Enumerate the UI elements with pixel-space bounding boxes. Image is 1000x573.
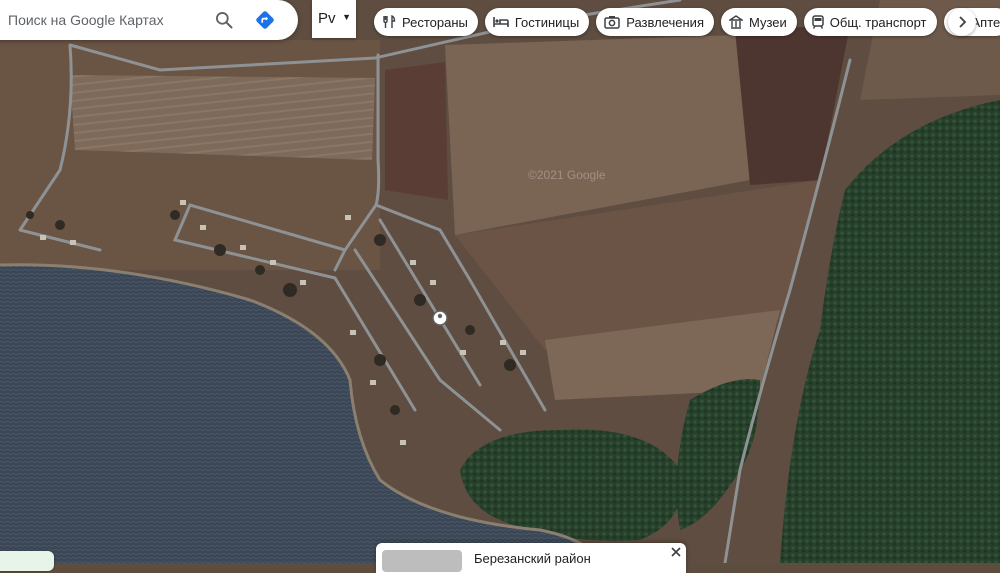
search-icon[interactable] [214,10,234,30]
category-chips: Рестораны Гостиницы Развлечения Музеи Об… [374,8,1000,36]
map-watermark: ©2021 Google [528,168,606,182]
train-icon [812,15,824,29]
bed-icon [493,17,509,27]
chip-museums[interactable]: Музеи [720,8,797,36]
place-card[interactable]: Березанский район [376,543,686,573]
chip-restaurants[interactable]: Рестораны [374,8,478,36]
camera-icon [604,16,620,29]
place-thumbnail[interactable] [382,550,462,572]
location-pin-icon [432,310,448,326]
chip-label: Музеи [748,14,787,30]
chevron-right-icon [959,16,967,28]
fork-knife-icon [383,15,396,28]
chip-hotels[interactable]: Гостиницы [484,8,590,36]
chip-label: Общ. транспорт [829,14,927,30]
chevron-down-icon: ▼ [342,12,351,22]
layer-language-button[interactable]: Рv ▼ [312,0,356,38]
satellite-map[interactable] [0,0,1000,563]
search-box[interactable] [0,0,298,40]
chip-transit[interactable]: Общ. транспорт [803,8,937,36]
museum-icon [728,15,743,29]
layer-button-label: Рv [318,10,336,27]
close-icon[interactable] [670,546,682,558]
directions-icon[interactable] [254,9,276,31]
place-title: Березанский район [474,551,591,566]
chip-label: Развлечения [626,14,704,30]
chip-label: Рестораны [402,14,468,30]
search-input[interactable] [6,11,210,29]
chip-entertainment[interactable]: Развлечения [596,8,714,36]
layers-toggle[interactable] [0,551,54,571]
chips-scroll-right-button[interactable] [948,8,976,36]
chip-label: Гостиницы [514,14,580,30]
